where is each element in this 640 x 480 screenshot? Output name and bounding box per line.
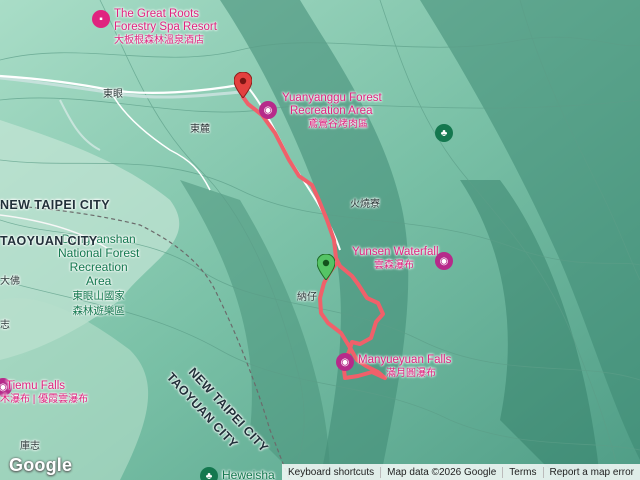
keyboard-shortcuts-link[interactable]: Keyboard shortcuts	[282, 467, 380, 478]
poi-yuanyanggu-line1: Yuanyanggu Forest	[282, 92, 382, 104]
poi-yunsen-local: 雲森瀑布	[374, 260, 414, 271]
place-dafo: 大佛	[0, 276, 20, 287]
area-label-new-taipei: NEW TAIPEI CITY	[0, 198, 110, 212]
google-logo: Google	[9, 455, 73, 475]
terms-link[interactable]: Terms	[502, 466, 542, 478]
poi-dongyanshan-line3: Recreation	[69, 260, 128, 274]
poi-yunsen[interactable]: Yunsen Waterfall 雲森瀑布	[352, 246, 439, 272]
camera-icon[interactable]: ◉	[259, 101, 277, 119]
place-kuzhi: 庫志	[20, 441, 40, 452]
map-data-text: Map data ©2026 Google	[380, 466, 502, 478]
poi-yuanyanggu[interactable]: Yuanyanggu Forest Recreation Area 鳶鶯谷烤肉區	[282, 92, 382, 131]
poi-great-roots-line1: The Great Roots	[114, 8, 200, 20]
report-error-link[interactable]: Report a map error	[542, 466, 640, 478]
place-huoshaoliao: 火燒寮	[350, 199, 380, 210]
poi-heweisha[interactable]: Heweisha	[222, 468, 275, 480]
place-nazai: 納仔	[297, 292, 317, 303]
end-marker[interactable]	[234, 72, 252, 98]
route-path[interactable]	[241, 95, 387, 380]
poi-dongyanshan-local1: 東眼山國家	[72, 290, 125, 302]
poi-manyueyuan[interactable]: Manyueyuan Falls 滿月圓瀑布	[358, 354, 451, 380]
map-canvas[interactable]: ▪ The Great Roots Forestry Spa Resort 大板…	[0, 0, 640, 480]
poi-great-roots-line2: Forestry Spa Resort	[114, 21, 217, 33]
poi-yuanyanggu-line2: Recreation Area	[290, 105, 373, 117]
park-icon[interactable]: ♣	[435, 124, 453, 142]
poi-dongyanshan-line4: Area	[86, 274, 112, 288]
park-icon[interactable]: ♣	[200, 467, 218, 480]
poi-manyueyuan-line1: Manyueyuan Falls	[358, 354, 452, 366]
poi-dongyanshan-line2: National Forest	[58, 246, 140, 260]
poi-yunsen-line1: Yunsen Waterfall	[352, 246, 439, 258]
poi-tiemu-line1: Tiemu Falls	[6, 380, 65, 392]
poi-great-roots-local: 大板根森林溫泉酒店	[114, 35, 204, 46]
camera-icon[interactable]: ◉	[336, 353, 354, 371]
area-label-taoyuan: TAOYUAN CITY	[0, 234, 98, 248]
hotel-icon[interactable]: ▪	[92, 10, 110, 28]
poi-yuanyanggu-local: 鳶鶯谷烤肉區	[308, 119, 368, 130]
poi-manyueyuan-local: 滿月圓瀑布	[386, 368, 436, 379]
attribution-bar: Keyboard shortcuts Map data ©2026 Google…	[281, 464, 640, 480]
place-zhi: 志	[0, 320, 10, 331]
start-marker[interactable]	[317, 254, 335, 280]
poi-dongyanshan-local2: 森林遊樂區	[72, 305, 125, 317]
place-donglu: 東麓	[190, 124, 210, 135]
place-dongyan: 東眼	[103, 89, 123, 100]
camera-icon[interactable]: ◉	[435, 252, 453, 270]
poi-tiemu-local: 木瀑布 | 優霞雲瀑布	[0, 394, 89, 405]
poi-great-roots[interactable]: The Great Roots Forestry Spa Resort 大板根森…	[114, 8, 217, 47]
poi-tiemu[interactable]: Tiemu Falls 木瀑布 | 優霞雲瀑布	[0, 380, 88, 406]
